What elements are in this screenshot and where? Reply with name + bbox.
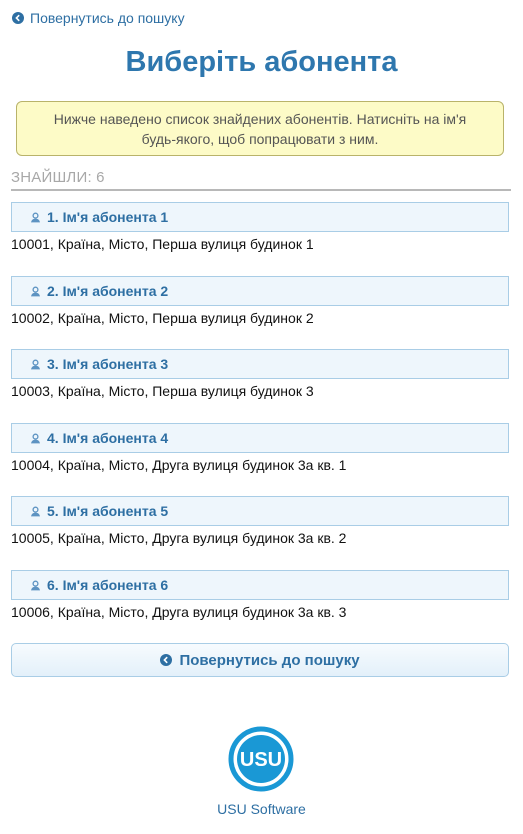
subscriber-link-4[interactable]: 4. Ім'я абонента 4 <box>11 423 509 453</box>
found-count: ЗНАЙШЛИ: 6 <box>11 169 511 191</box>
page-title: Виберіть абонента <box>125 46 398 78</box>
back-arrow-icon <box>160 654 173 666</box>
info-notice: Нижче наведено список знайдених абоненті… <box>16 101 504 156</box>
top-back-label: Повернутись до пошуку <box>30 10 185 26</box>
user-icon <box>30 580 41 591</box>
subscriber-item-2: 2. Ім'я абонента 2 10002, Країна, Місто,… <box>11 276 509 327</box>
subscriber-item-5: 5. Ім'я абонента 5 10005, Країна, Місто,… <box>11 496 509 547</box>
notice-line-1: Нижче наведено список знайдених абоненті… <box>53 111 467 127</box>
subscriber-address: 10003, Країна, Місто, Перша вулиця будин… <box>11 383 314 399</box>
subscriber-name: 1. Ім'я абонента 1 <box>47 209 169 225</box>
user-icon <box>30 433 41 444</box>
subscriber-link-1[interactable]: 1. Ім'я абонента 1 <box>11 202 509 232</box>
subscriber-address: 10001, Країна, Місто, Перша вулиця будин… <box>11 236 314 252</box>
subscriber-name: 3. Ім'я абонента 3 <box>47 356 169 372</box>
usu-logo: USU <box>228 726 294 792</box>
subscriber-item-3: 3. Ім'я абонента 3 10003, Країна, Місто,… <box>11 349 509 400</box>
subscriber-name: 4. Ім'я абонента 4 <box>47 430 169 446</box>
subscriber-address: 10006, Країна, Місто, Друга вулиця будин… <box>11 604 347 620</box>
user-icon <box>30 286 41 297</box>
subscriber-address: 10005, Країна, Місто, Друга вулиця будин… <box>11 530 347 546</box>
notice-line-2: будь-якого, щоб попрацювати з ним. <box>141 131 379 147</box>
user-icon <box>30 506 41 517</box>
subscriber-name: 5. Ім'я абонента 5 <box>47 503 169 519</box>
subscriber-address: 10004, Країна, Місто, Друга вулиця будин… <box>11 457 347 473</box>
subscriber-link-3[interactable]: 3. Ім'я абонента 3 <box>11 349 509 379</box>
subscriber-address: 10002, Країна, Місто, Перша вулиця будин… <box>11 310 314 326</box>
back-to-search-button[interactable]: Повернутись до пошуку <box>11 643 509 677</box>
user-icon <box>30 359 41 370</box>
user-icon <box>30 212 41 223</box>
back-to-search-label: Повернутись до пошуку <box>179 651 360 669</box>
subscriber-item-1: 1. Ім'я абонента 1 10001, Країна, Місто,… <box>11 202 509 253</box>
subscriber-link-5[interactable]: 5. Ім'я абонента 5 <box>11 496 509 526</box>
top-back-link[interactable]: Повернутись до пошуку <box>12 10 185 26</box>
subscriber-name: 6. Ім'я абонента 6 <box>47 577 169 593</box>
back-arrow-icon <box>12 12 24 24</box>
logo-caption[interactable]: USU Software <box>0 801 523 817</box>
subscriber-link-2[interactable]: 2. Ім'я абонента 2 <box>11 276 509 306</box>
subscriber-item-4: 4. Ім'я абонента 4 10004, Країна, Місто,… <box>11 423 509 474</box>
subscriber-name: 2. Ім'я абонента 2 <box>47 283 169 299</box>
subscriber-link-6[interactable]: 6. Ім'я абонента 6 <box>11 570 509 600</box>
subscriber-item-6: 6. Ім'я абонента 6 10006, Країна, Місто,… <box>11 570 509 621</box>
logo-text: USU <box>240 749 282 771</box>
